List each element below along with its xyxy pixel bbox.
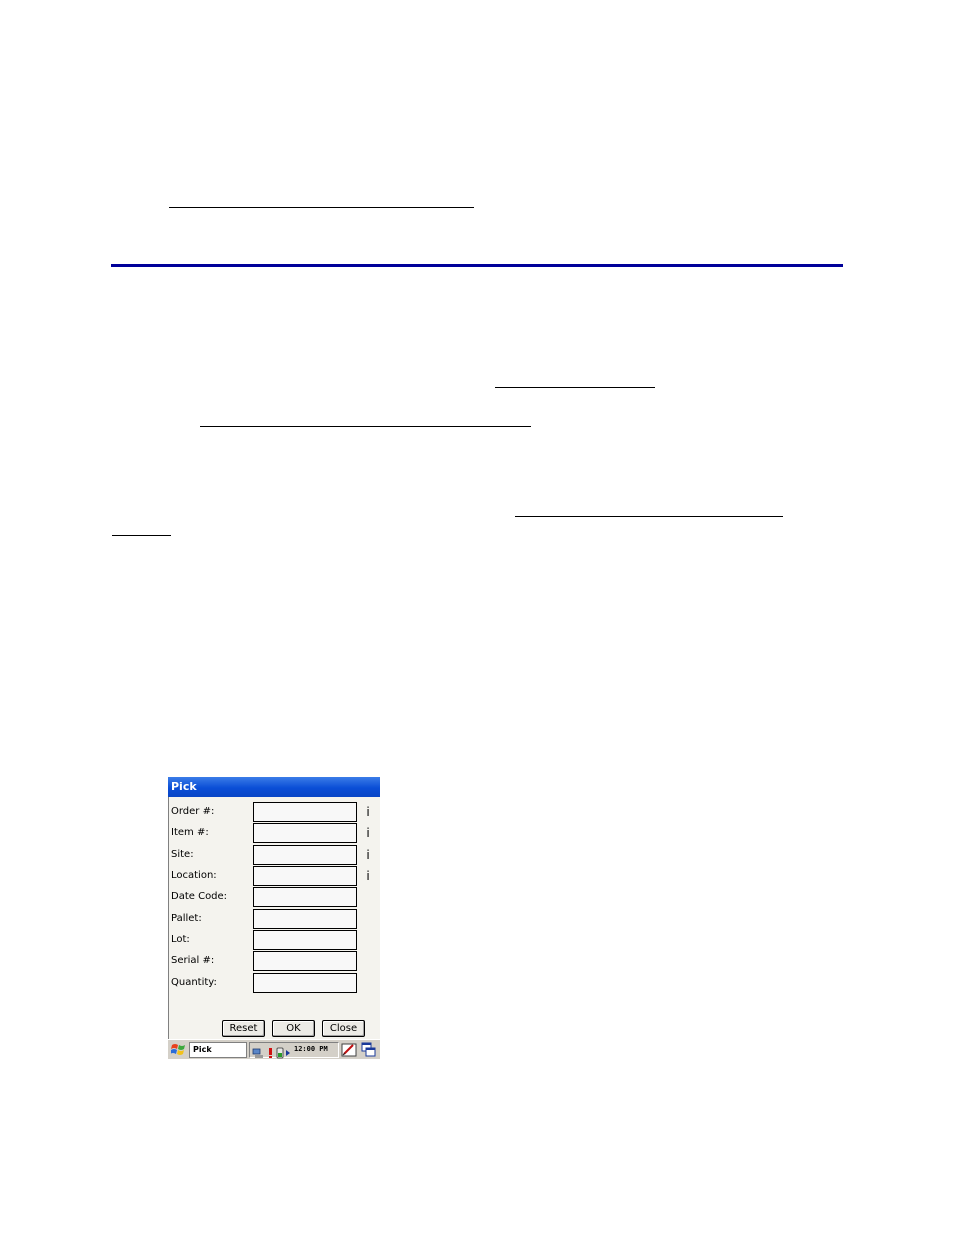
order-info-icon[interactable]: i [364, 804, 372, 820]
site-input[interactable] [253, 845, 357, 865]
item-label: Item #: [171, 827, 209, 838]
keyboard-pen-icon[interactable] [341, 1042, 357, 1058]
link-underline-1[interactable] [169, 207, 474, 208]
form-row-order: Order #: i [169, 802, 380, 823]
system-tray: 12:00 PM [249, 1042, 339, 1059]
form-row-serial: Serial #: [169, 951, 380, 972]
serial-label: Serial #: [171, 955, 215, 966]
site-label: Site: [171, 849, 194, 860]
link-underline-4[interactable] [515, 516, 783, 517]
link-underline-3[interactable] [200, 426, 531, 427]
pick-form: Order #: i Item #: i Site: i Location: i… [168, 797, 380, 1044]
form-row-location: Location: i [169, 866, 380, 887]
network-icon[interactable] [252, 1044, 264, 1058]
item-info-icon[interactable]: i [364, 825, 372, 841]
clock[interactable]: 12:00 PM [294, 1045, 328, 1053]
date-code-input[interactable] [253, 887, 357, 907]
item-input[interactable] [253, 823, 357, 843]
windows-flag-icon[interactable] [170, 1042, 187, 1058]
location-label: Location: [171, 870, 217, 881]
lot-label: Lot: [171, 934, 190, 945]
order-label: Order #: [171, 806, 215, 817]
quantity-input[interactable] [253, 973, 357, 993]
form-row-pallet: Pallet: [169, 909, 380, 930]
form-row-item: Item #: i [169, 823, 380, 844]
location-input[interactable] [253, 866, 357, 886]
pallet-label: Pallet: [171, 913, 202, 924]
date-code-label: Date Code: [171, 891, 228, 902]
form-row-quantity: Quantity: [169, 973, 380, 994]
close-button[interactable]: Close [322, 1020, 365, 1037]
pick-window: Pick Order #: i Item #: i Site: i Locati… [168, 777, 380, 1059]
ok-button[interactable]: OK [272, 1020, 315, 1037]
form-row-lot: Lot: [169, 930, 380, 951]
link-underline-5[interactable] [112, 535, 171, 536]
order-input[interactable] [253, 802, 357, 822]
window-title: Pick [168, 777, 380, 797]
pallet-input[interactable] [253, 909, 357, 929]
form-row-site: Site: i [169, 845, 380, 866]
link-underline-2[interactable] [495, 387, 655, 388]
window-switch-icon[interactable] [361, 1042, 377, 1058]
site-info-icon[interactable]: i [364, 847, 372, 863]
reset-button[interactable]: Reset [222, 1020, 265, 1037]
horizontal-rule [111, 264, 843, 267]
serial-input[interactable] [253, 951, 357, 971]
task-button-pick[interactable]: Pick [189, 1042, 247, 1058]
form-row-date-code: Date Code: [169, 887, 380, 908]
quantity-label: Quantity: [171, 977, 217, 988]
location-info-icon[interactable]: i [364, 868, 372, 884]
lot-input[interactable] [253, 930, 357, 950]
taskbar: Pick 12:00 PM [168, 1039, 380, 1059]
